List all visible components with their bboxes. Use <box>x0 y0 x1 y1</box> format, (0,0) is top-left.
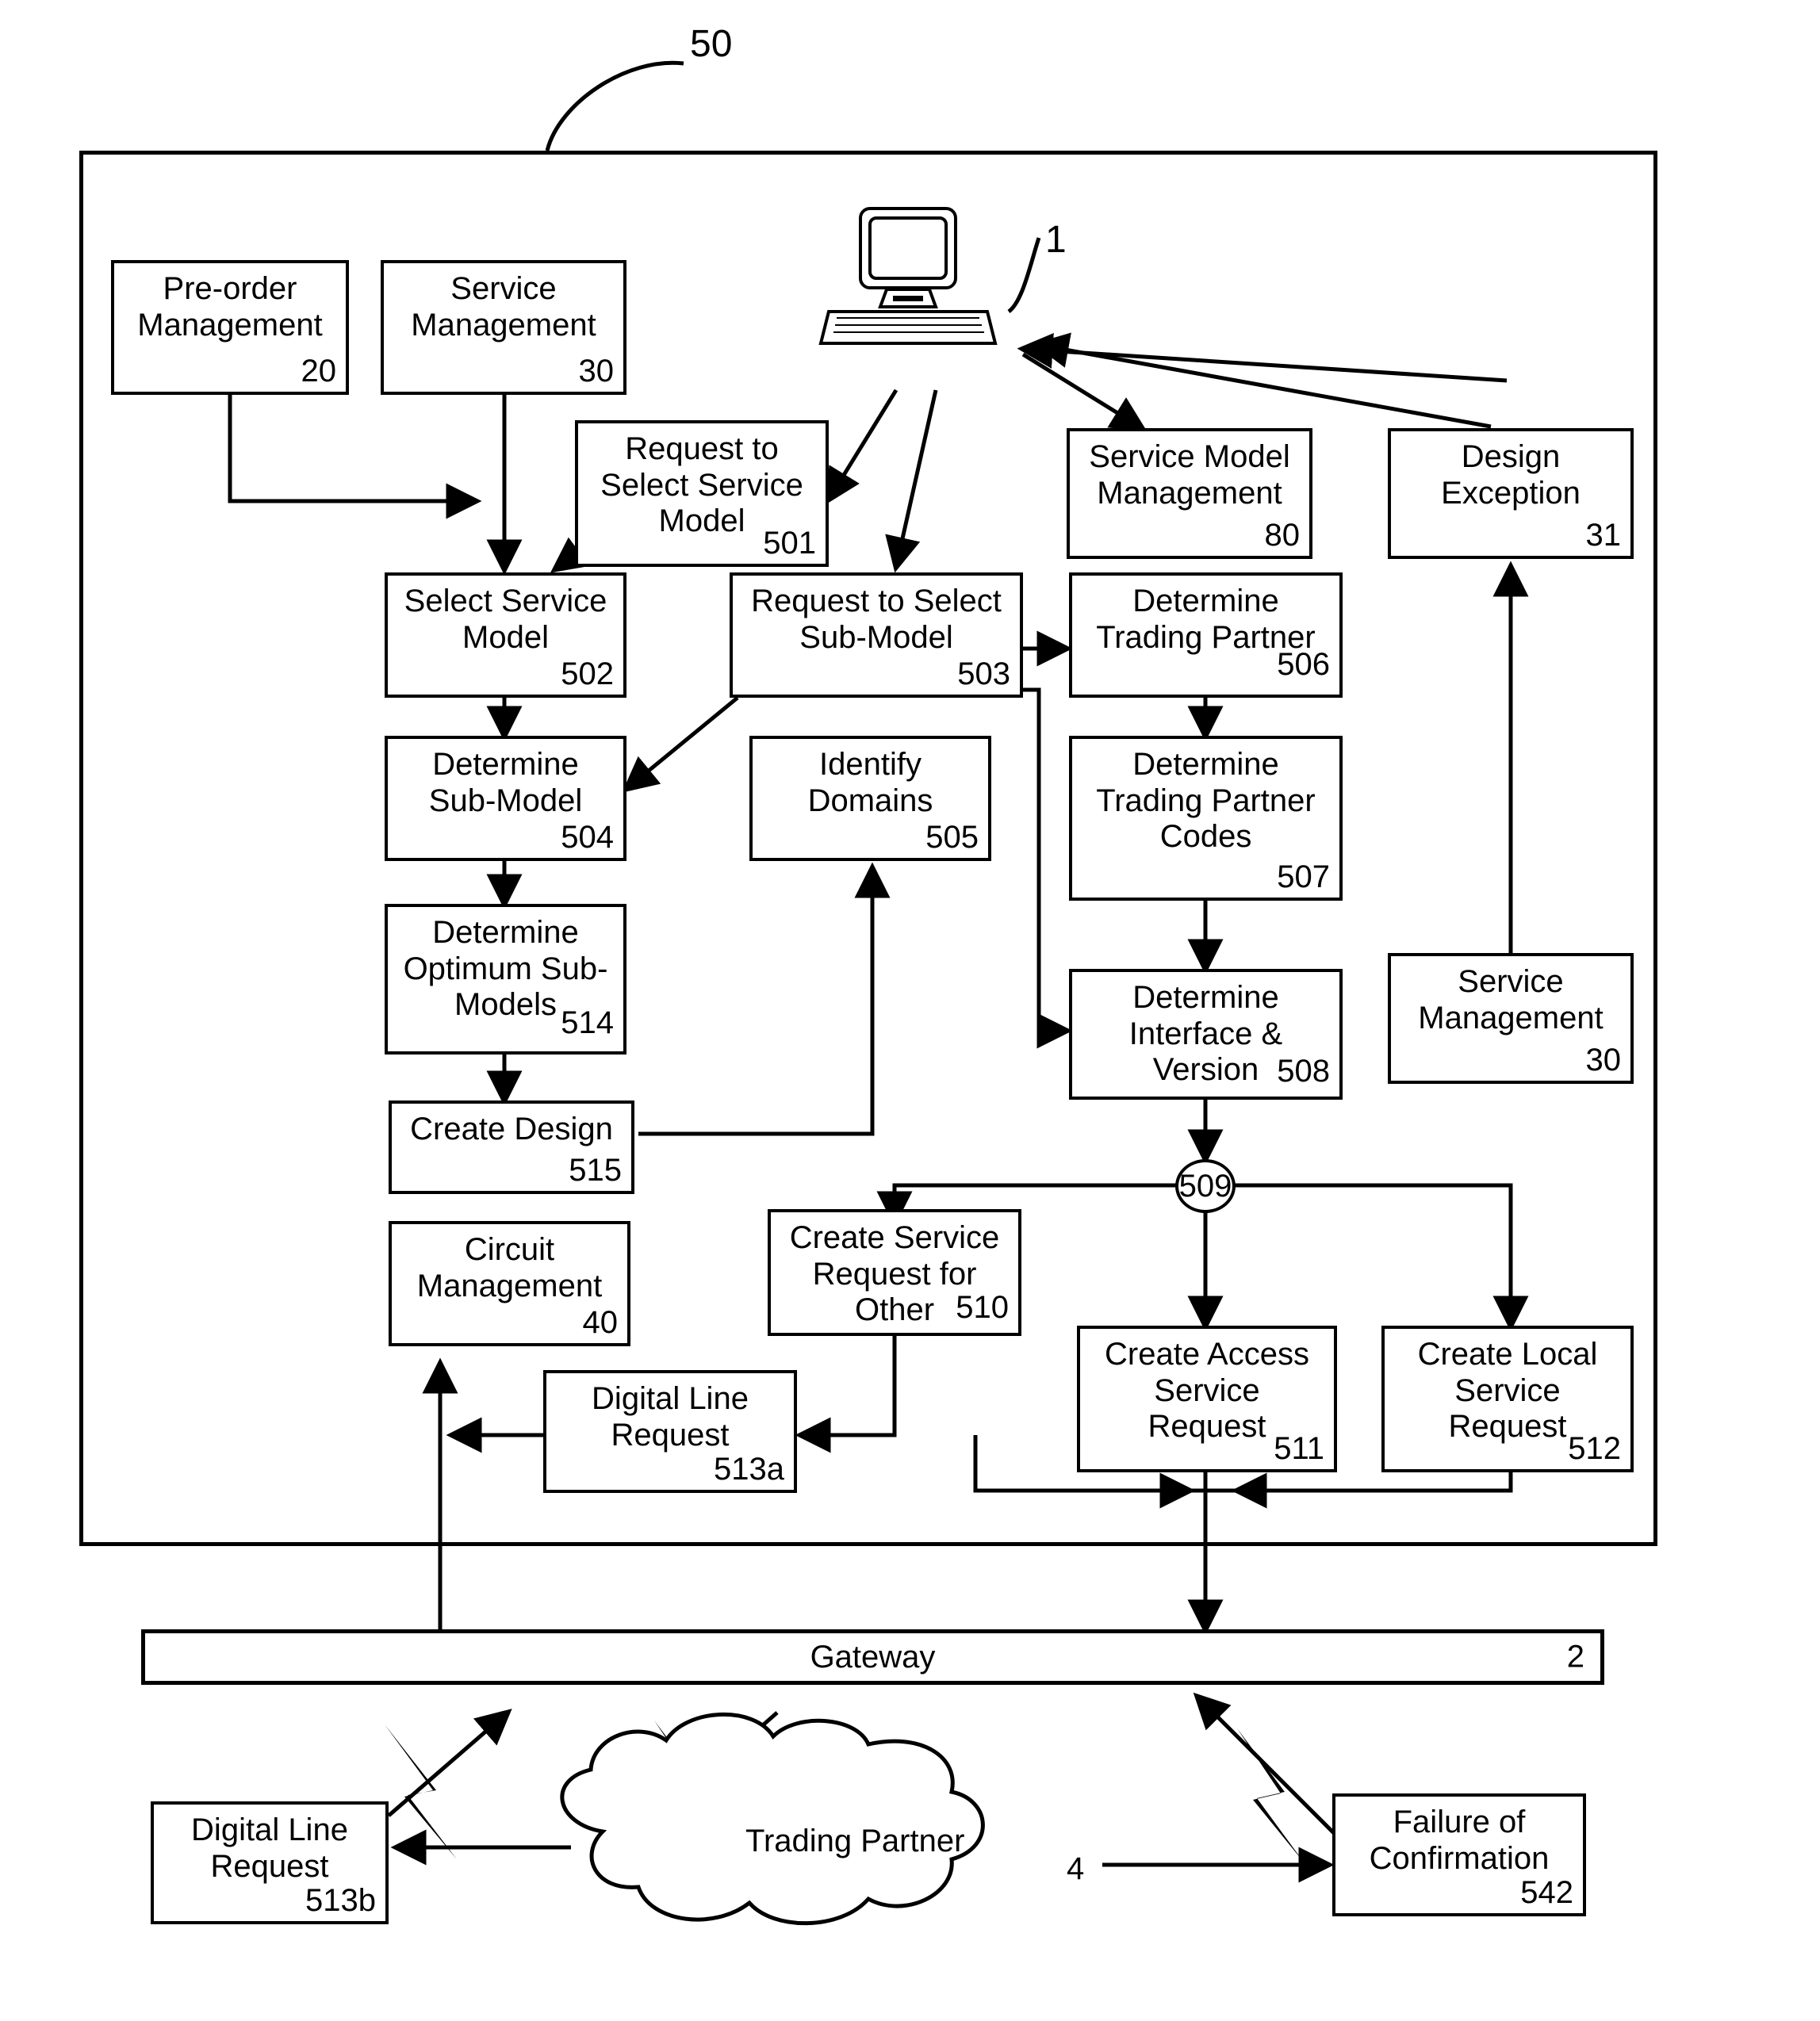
node-label: Create Local Service Request <box>1417 1337 1598 1445</box>
node-label: Create Design <box>410 1112 613 1146</box>
node-ref: 503 <box>957 656 1010 692</box>
node-create-local-service-request[interactable]: Create Local Service Request 512 <box>1381 1326 1634 1472</box>
node-ref: 40 <box>582 1305 619 1341</box>
node-label: Determine Trading Partner <box>1096 584 1316 655</box>
node-ref: 513b <box>305 1883 376 1919</box>
node-design-exception[interactable]: Design Exception 31 <box>1388 428 1634 559</box>
node-label: Select Service Model <box>404 584 607 655</box>
node-ref: 504 <box>561 820 614 855</box>
node-request-to-select-sub-model[interactable]: Request to Select Sub-Model 503 <box>730 572 1023 698</box>
node-service-model-management[interactable]: Service Model Management 80 <box>1067 428 1312 559</box>
node-label: Request to Select Service Model <box>600 431 803 539</box>
junction-ref: 509 <box>1178 1168 1232 1204</box>
node-ref: 31 <box>1585 518 1622 553</box>
node-label: Determine Trading Partner Codes <box>1096 747 1316 855</box>
node-label: Identify Domains <box>807 747 933 818</box>
gateway-bar[interactable]: Gateway 2 <box>141 1629 1604 1685</box>
trading-partner-cloud-ref: 4 <box>1067 1851 1085 1886</box>
node-junction-509[interactable]: 509 <box>1175 1159 1236 1213</box>
node-circuit-management[interactable]: Circuit Management 40 <box>389 1221 630 1346</box>
node-label: Failure of Confirmation <box>1369 1805 1550 1876</box>
node-ref: 508 <box>1277 1054 1330 1089</box>
node-label: Service Management <box>1418 964 1604 1035</box>
gateway-ref: 2 <box>1566 1639 1584 1675</box>
node-ref: 513a <box>714 1452 784 1487</box>
node-create-service-request-for-other[interactable]: Create Service Request for Other 510 <box>768 1209 1021 1336</box>
node-ref: 30 <box>578 354 615 389</box>
node-preorder-management[interactable]: Pre-order Management 20 <box>111 260 349 395</box>
node-digital-line-request-a[interactable]: Digital Line Request 513a <box>543 1370 797 1493</box>
terminal-ref-label: 1 <box>1045 219 1067 261</box>
node-ref: 30 <box>1585 1043 1622 1078</box>
node-label: Request to Select Sub-Model <box>751 584 1002 655</box>
node-determine-sub-model[interactable]: Determine Sub-Model 504 <box>385 736 626 861</box>
node-identify-domains[interactable]: Identify Domains 505 <box>749 736 991 861</box>
node-determine-optimum-sub-models[interactable]: Determine Optimum Sub- Models 514 <box>385 904 626 1055</box>
node-label: Design Exception <box>1441 439 1581 511</box>
node-determine-trading-partner-codes[interactable]: Determine Trading Partner Codes 507 <box>1069 736 1343 901</box>
node-ref: 512 <box>1568 1431 1621 1467</box>
node-label: Create Access Service Request <box>1105 1337 1309 1445</box>
node-label: Pre-order Management <box>137 271 323 343</box>
trading-partner-cloud-label: Trading Partner <box>745 1824 965 1858</box>
node-digital-line-request-b[interactable]: Digital Line Request 513b <box>151 1801 389 1924</box>
node-request-to-select-service-model[interactable]: Request to Select Service Model 501 <box>575 420 829 567</box>
node-select-service-model[interactable]: Select Service Model 502 <box>385 572 626 698</box>
node-label: Digital Line Request <box>592 1381 749 1453</box>
node-ref: 501 <box>763 526 816 561</box>
node-failure-of-confirmation[interactable]: Failure of Confirmation 542 <box>1332 1793 1586 1916</box>
gateway-label: Gateway <box>810 1639 936 1675</box>
node-ref: 515 <box>569 1153 622 1188</box>
node-ref: 514 <box>561 1005 614 1041</box>
computer-terminal-icon <box>818 207 998 345</box>
node-determine-interface-and-version[interactable]: Determine Interface & Version 508 <box>1069 969 1343 1100</box>
node-ref: 507 <box>1277 859 1330 895</box>
node-label: Digital Line Request <box>191 1812 348 1884</box>
patent-figure: 50 1 Pre-order Management 20 Service Man… <box>0 0 1820 2021</box>
node-ref: 506 <box>1277 647 1330 683</box>
node-label: Service Management <box>411 271 596 343</box>
node-determine-trading-partner[interactable]: Determine Trading Partner 506 <box>1069 572 1343 698</box>
node-create-design[interactable]: Create Design 515 <box>389 1100 634 1194</box>
node-service-management-right[interactable]: Service Management 30 <box>1388 953 1634 1084</box>
node-ref: 511 <box>1274 1431 1324 1467</box>
node-label: Circuit Management <box>416 1232 603 1303</box>
node-ref: 502 <box>561 656 614 692</box>
system-ref-label: 50 <box>690 23 733 65</box>
node-service-management-top[interactable]: Service Management 30 <box>381 260 626 395</box>
node-ref: 542 <box>1520 1875 1573 1911</box>
node-ref: 80 <box>1264 518 1301 553</box>
node-label: Service Model Management <box>1089 439 1290 511</box>
node-create-access-service-request[interactable]: Create Access Service Request 511 <box>1077 1326 1337 1472</box>
node-ref: 505 <box>925 820 979 855</box>
node-ref: 510 <box>956 1290 1009 1326</box>
node-ref: 20 <box>301 354 337 389</box>
node-label: Determine Sub-Model <box>428 747 583 818</box>
